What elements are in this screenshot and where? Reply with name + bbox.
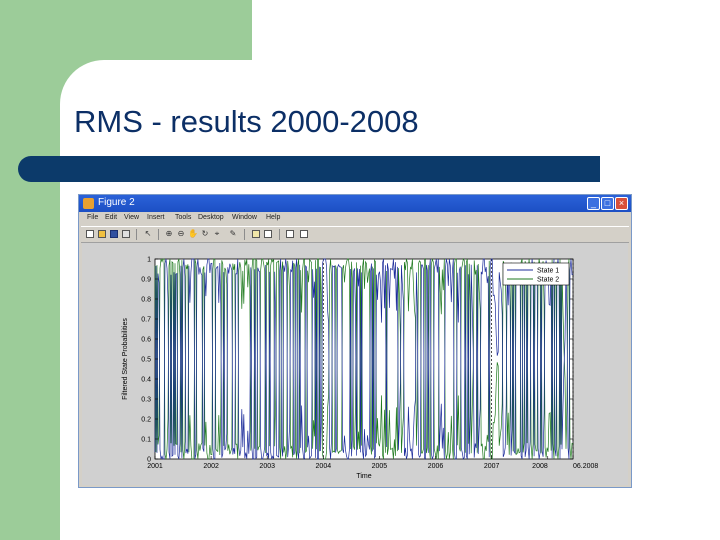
y-tick-label: 0.5 — [141, 357, 151, 364]
x-tick-label: 2003 — [259, 463, 275, 470]
menu-view[interactable]: View — [124, 214, 139, 221]
y-tick-label: 0.9 — [141, 277, 151, 284]
maximize-button[interactable]: □ — [601, 197, 614, 210]
y-tick-label: 0.1 — [141, 437, 151, 444]
rotate-icon[interactable]: ↻ — [200, 229, 210, 239]
brush-icon[interactable]: ✎ — [228, 229, 238, 239]
minimize-button[interactable]: _ — [587, 197, 600, 210]
toolbar-separator — [158, 229, 159, 240]
open-icon[interactable] — [97, 229, 107, 239]
x-tick-label: 2008 — [532, 463, 548, 470]
zoom-in-icon[interactable]: ⊕ — [164, 229, 174, 239]
show-tools-icon[interactable] — [299, 229, 309, 239]
x-tick-label: 2007 — [484, 463, 500, 470]
slide-title: RMS - results 2000-2008 — [74, 104, 419, 139]
toolbar-separator — [244, 229, 245, 240]
x-tick-label: 2001 — [147, 463, 163, 470]
print-icon[interactable] — [121, 229, 131, 239]
new-icon[interactable] — [85, 229, 95, 239]
menu-bar: File Edit View Insert Tools Desktop Wind… — [81, 213, 629, 226]
toolbar: ↖ ⊕ ⊖ ✋ ↻ ⌖ ✎ — [81, 226, 629, 243]
menu-tools[interactable]: Tools — [175, 214, 191, 221]
datacursor-icon[interactable]: ⌖ — [212, 229, 222, 239]
y-tick-label: 0.6 — [141, 337, 151, 344]
y-tick-label: 1 — [147, 257, 151, 264]
title-underline-bar — [18, 156, 600, 182]
close-button[interactable]: × — [615, 197, 628, 210]
x-tick-label: 2004 — [316, 463, 332, 470]
x-tick-label: 06.2008 — [573, 463, 598, 470]
x-tick-label: 2002 — [203, 463, 219, 470]
probability-chart: 00.10.20.30.40.50.60.70.80.912001 2002 200… — [122, 257, 598, 481]
colorbar-icon[interactable] — [251, 229, 261, 239]
toolbar-separator — [136, 229, 137, 240]
legend-label: State 1 — [537, 268, 559, 275]
legend-label: State 2 — [537, 277, 559, 284]
toolbar-separator — [279, 229, 280, 240]
y-axis-label: Filtered State Probabilities — [122, 318, 129, 400]
menu-insert[interactable]: Insert — [147, 214, 165, 221]
figure-window[interactable]: Figure 2 _ □ × File Edit View Insert Too… — [78, 194, 632, 488]
menu-desktop[interactable]: Desktop — [198, 214, 224, 221]
x-tick-label: 2006 — [428, 463, 444, 470]
x-axis-label: Time — [356, 473, 371, 480]
y-tick-label: 0.8 — [141, 297, 151, 304]
pan-icon[interactable]: ✋ — [188, 229, 198, 239]
window-caption[interactable]: Figure 2 _ □ × — [79, 195, 631, 212]
menu-file[interactable]: File — [87, 214, 98, 221]
zoom-out-icon[interactable]: ⊖ — [176, 229, 186, 239]
window-title: Figure 2 — [98, 197, 135, 208]
y-tick-label: 0.3 — [141, 397, 151, 404]
menu-window[interactable]: Window — [232, 214, 257, 221]
arrow-icon[interactable]: ↖ — [143, 229, 153, 239]
menu-help[interactable]: Help — [266, 214, 280, 221]
menu-edit[interactable]: Edit — [105, 214, 117, 221]
x-tick-label: 2005 — [372, 463, 388, 470]
y-tick-label: 0.7 — [141, 317, 151, 324]
legend-icon[interactable] — [263, 229, 273, 239]
save-icon[interactable] — [109, 229, 119, 239]
figure-app-icon — [83, 198, 94, 209]
y-tick-label: 0.4 — [141, 377, 151, 384]
y-tick-label: 0.2 — [141, 417, 151, 424]
hide-tools-icon[interactable] — [285, 229, 295, 239]
figure-canvas: 0 0.1 0.2 0.3 0.4 0.5 0.6 0.7 0.8 0.9 1 2001 2002 200… — [82, 243, 628, 485]
